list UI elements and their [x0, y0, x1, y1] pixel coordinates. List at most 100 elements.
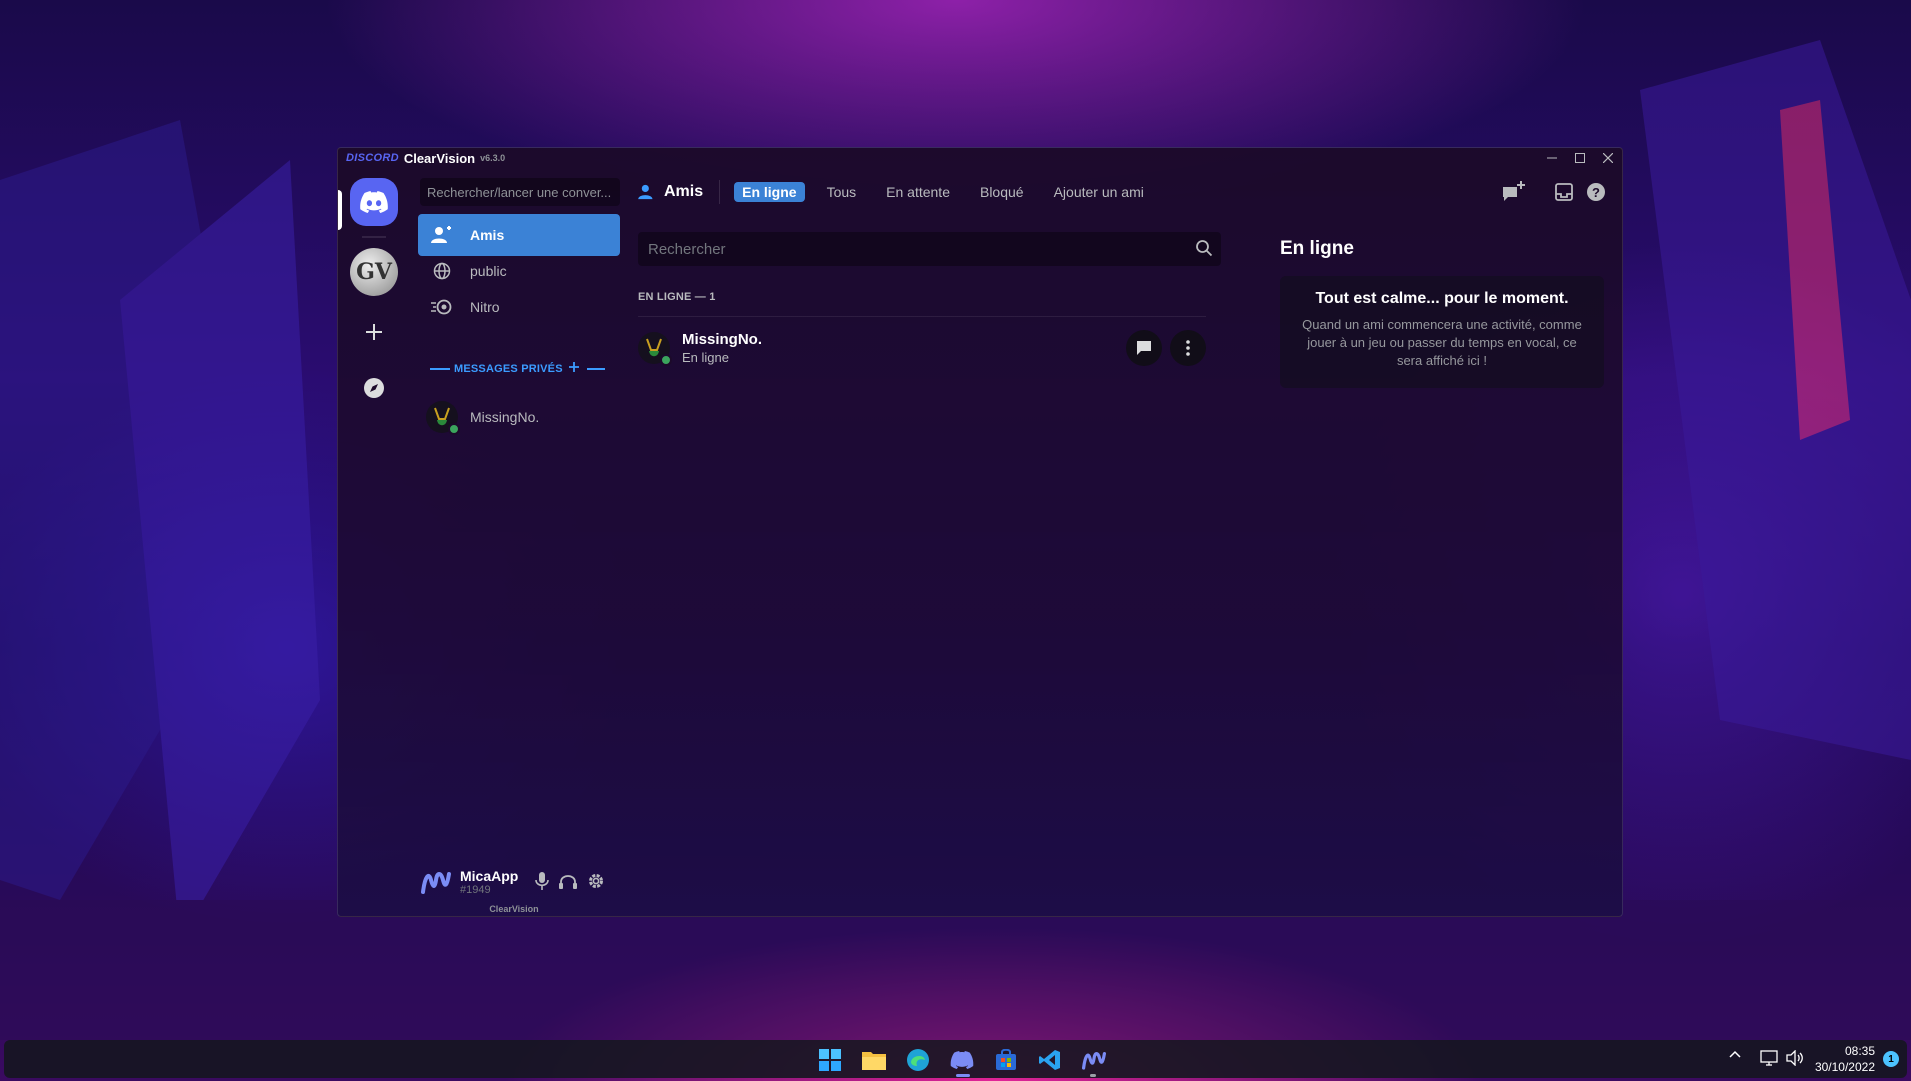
dm-section-header: MESSAGES PRIVÉS — [430, 362, 610, 375]
inbox-button[interactable] — [1552, 180, 1576, 204]
micaapp-logo-icon — [421, 872, 451, 894]
svg-text:?: ? — [1592, 185, 1600, 200]
microphone-icon — [535, 872, 549, 890]
discord-logo-icon — [360, 191, 388, 213]
more-options-button[interactable] — [1170, 330, 1206, 366]
search-icon — [1195, 239, 1213, 261]
discord-window: DISCORD ClearVision v6.3.0 GV Rechercher… — [337, 147, 1623, 917]
vscode-button[interactable] — [1036, 1046, 1064, 1074]
dm-header-label: MESSAGES PRIVÉS — [454, 362, 563, 375]
gear-icon — [589, 874, 603, 888]
discord-wordmark: DISCORD — [346, 152, 399, 164]
title-bar: DISCORD ClearVision v6.3.0 — [338, 148, 1622, 168]
micaapp-taskbar-button[interactable] — [1080, 1046, 1108, 1074]
nav-public-label: public — [470, 263, 507, 279]
clock-time: 08:35 — [1844, 1044, 1875, 1058]
more-vertical-icon — [1186, 340, 1190, 356]
friend-row-missingno[interactable]: MissingNo. En ligne — [638, 320, 1206, 376]
folder-icon — [862, 1052, 886, 1070]
page-title-label: Amis — [664, 183, 704, 200]
help-button[interactable]: ? — [1584, 180, 1608, 204]
dm-header-line-right — [586, 367, 605, 370]
user-discriminator: #1949 — [460, 884, 491, 896]
online-count-header: EN LIGNE — 1 — [638, 291, 716, 303]
explore-servers-button[interactable] — [350, 364, 398, 412]
dm-item-missingno[interactable]: MissingNo. — [418, 396, 620, 438]
network-button[interactable] — [1760, 1050, 1778, 1066]
user-avatar[interactable] — [420, 866, 452, 898]
nav-friends-label: Amis — [470, 227, 505, 243]
plus-icon — [568, 362, 579, 372]
speaker-icon — [1786, 1050, 1803, 1066]
add-server-button[interactable] — [350, 308, 398, 356]
home-button[interactable] — [350, 178, 398, 226]
dm-header-line-left — [430, 367, 450, 370]
nav-nitro[interactable]: Nitro — [418, 286, 620, 328]
friend-search-placeholder: Rechercher — [648, 240, 726, 258]
server-gv[interactable]: GV — [350, 248, 398, 296]
new-group-dm-button[interactable] — [1502, 180, 1526, 204]
inbox-icon — [1555, 183, 1573, 201]
micaapp-logo-icon — [1082, 1052, 1106, 1070]
nitro-icon — [430, 295, 454, 319]
tab-all[interactable]: Tous — [819, 182, 865, 202]
show-hidden-icons-button[interactable] — [1729, 1050, 1741, 1058]
start-button[interactable] — [816, 1046, 844, 1074]
friends-list-panel: Rechercher EN LIGNE — 1 MissingNo. En li… — [618, 216, 1230, 916]
system-clock[interactable]: 08:35 30/10/2022 — [1815, 1043, 1875, 1075]
chevron-up-icon — [1729, 1050, 1741, 1058]
home-indicator-pill — [338, 190, 342, 230]
server-gv-logo: GV — [356, 259, 392, 285]
page-title: Amis — [638, 183, 703, 201]
close-icon — [1603, 153, 1613, 163]
rail-separator — [362, 236, 386, 238]
online-status-dot — [448, 423, 460, 435]
tab-add-friend[interactable]: Ajouter un ami — [1046, 182, 1152, 202]
friends-icon — [638, 184, 653, 200]
friend-search-input[interactable]: Rechercher — [638, 232, 1221, 266]
headphones-icon — [559, 875, 577, 889]
minimize-icon — [1547, 157, 1557, 159]
clearvision-footer: ClearVision — [489, 904, 539, 914]
avatar — [426, 401, 460, 435]
friends-top-bar: Amis En ligne Tous En attente Bloqué Ajo… — [618, 168, 1622, 216]
dm-item-label: MissingNo. — [470, 409, 540, 425]
user-settings-button[interactable] — [583, 868, 609, 894]
chat-bubble-icon — [1137, 341, 1151, 355]
edge-icon — [907, 1049, 929, 1071]
discord-logo-icon — [950, 1051, 974, 1069]
user-panel: MicaApp #1949 ClearVision — [410, 856, 618, 916]
edge-browser-button[interactable] — [904, 1046, 932, 1074]
help-icon: ? — [1587, 183, 1605, 201]
network-icon — [1760, 1050, 1778, 1066]
find-conversation-input[interactable]: Rechercher/lancer une conver... — [420, 178, 620, 206]
new-group-dm-icon — [1503, 181, 1525, 201]
deafen-button[interactable] — [555, 868, 581, 894]
message-button[interactable] — [1126, 330, 1162, 366]
globe-icon — [430, 259, 454, 283]
micaapp-running-indicator — [1090, 1074, 1096, 1077]
vscode-icon — [1039, 1050, 1060, 1070]
friend-name: MissingNo. — [682, 331, 763, 348]
clock-date: 30/10/2022 — [1814, 1060, 1875, 1074]
discord-taskbar-button[interactable] — [948, 1046, 976, 1074]
friend-info: MissingNo. En ligne — [682, 331, 762, 365]
tab-online[interactable]: En ligne — [734, 182, 805, 202]
volume-button[interactable] — [1786, 1050, 1804, 1066]
tab-pending[interactable]: En attente — [878, 182, 958, 202]
notification-badge[interactable]: 1 — [1883, 1051, 1899, 1067]
maximize-button[interactable] — [1566, 148, 1594, 168]
active-now-title: En ligne — [1280, 238, 1354, 259]
app-version: v6.3.0 — [480, 153, 506, 163]
store-button[interactable] — [992, 1046, 1020, 1074]
file-explorer-button[interactable] — [860, 1046, 888, 1074]
mute-mic-button[interactable] — [529, 868, 555, 894]
row-divider — [638, 316, 1206, 317]
title-divider — [719, 180, 721, 204]
minimize-button[interactable] — [1538, 148, 1566, 168]
create-dm-button[interactable] — [568, 362, 579, 375]
active-now-panel: En ligne Tout est calme... pour le momen… — [1280, 216, 1610, 916]
tab-blocked[interactable]: Bloqué — [972, 182, 1032, 202]
windows-logo-icon — [819, 1049, 841, 1071]
close-button[interactable] — [1594, 148, 1622, 168]
